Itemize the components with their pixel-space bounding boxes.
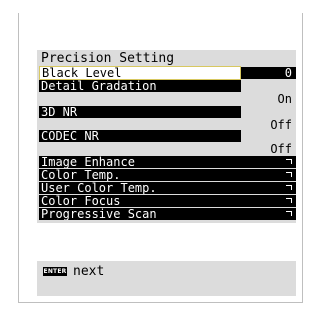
enter-key-icon: ENTER xyxy=(43,267,67,276)
footer-action-label: next xyxy=(73,264,105,279)
codec-nr-value: Off xyxy=(270,142,292,156)
menu-item-progressive-scan[interactable]: Progressive Scan xyxy=(39,208,241,220)
menu-item-image-enhance[interactable]: Image Enhance xyxy=(39,156,241,168)
3d-nr-value: Off xyxy=(270,118,292,132)
progressive-scan-submenu[interactable] xyxy=(241,208,296,220)
corner-arrow-icon xyxy=(286,172,292,177)
footer-hint: ENTER next xyxy=(37,261,296,296)
menu-item-color-focus[interactable]: Color Focus xyxy=(39,195,241,207)
corner-arrow-icon xyxy=(286,198,292,203)
menu-title: Precision Setting xyxy=(41,51,175,66)
menu-item-user-color-temp[interactable]: User Color Temp. xyxy=(39,182,241,194)
corner-arrow-icon xyxy=(286,211,292,216)
black-level-value: 0 xyxy=(284,66,292,80)
menu-item-codec-nr[interactable]: CODEC NR xyxy=(39,130,241,142)
black-level-value-box[interactable]: 0 xyxy=(241,67,296,79)
menu-item-black-level[interactable]: Black Level xyxy=(39,66,241,80)
corner-arrow-icon xyxy=(286,159,292,164)
color-focus-submenu[interactable] xyxy=(241,195,296,207)
menu-item-color-temp[interactable]: Color Temp. xyxy=(39,169,241,181)
menu-item-detail-gradation[interactable]: Detail Gradation xyxy=(39,80,241,92)
user-color-temp-submenu[interactable] xyxy=(241,182,296,194)
detail-gradation-value: On xyxy=(277,92,292,106)
image-enhance-submenu[interactable] xyxy=(241,156,296,168)
menu-item-3d-nr[interactable]: 3D NR xyxy=(39,106,241,118)
precision-setting-menu: Precision Setting Black Level 0 Detail G… xyxy=(37,50,296,223)
color-temp-submenu[interactable] xyxy=(241,169,296,181)
corner-arrow-icon xyxy=(286,185,292,190)
